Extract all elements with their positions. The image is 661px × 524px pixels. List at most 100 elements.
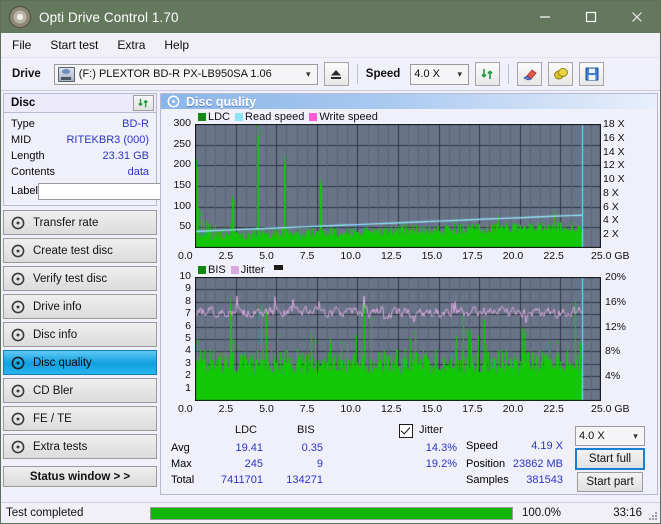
drive-toolbar: Drive (F:) PLEXTOR BD-R PX-LB950SA 1.06 … <box>1 58 660 91</box>
disc-icon <box>11 328 25 342</box>
coin-button[interactable] <box>548 62 574 86</box>
legend-ldc: LDC <box>198 111 230 123</box>
progress-bar <box>150 506 513 520</box>
result-speed-select[interactable]: 4.0 X ▾ <box>575 426 645 446</box>
x-tick-label: 22.5 <box>543 250 564 262</box>
menu-start-test[interactable]: Start test <box>50 38 98 52</box>
disc-row-mid: MID RITEKBR3 (000) <box>11 132 149 148</box>
stats-max-jitter: 19.2% <box>425 458 457 470</box>
stats-avg-ldc: 19.41 <box>235 442 263 454</box>
menu-extra[interactable]: Extra <box>117 38 145 52</box>
y2-tick-label: 12 X <box>603 159 625 172</box>
disc-icon <box>11 356 25 370</box>
sidebar-item-disc-quality[interactable]: Disc quality <box>3 350 157 375</box>
save-button[interactable] <box>579 62 605 86</box>
x-tick-label: 7.5 <box>299 250 315 262</box>
chevron-down-icon: ▾ <box>457 68 463 79</box>
jitter-checkbox[interactable] <box>399 424 413 438</box>
sidebar-item-label: Transfer rate <box>33 216 99 229</box>
eject-button[interactable] <box>323 62 349 86</box>
disc-refresh-button[interactable] <box>133 95 154 111</box>
y2-tick-label: 10 X <box>603 173 625 186</box>
stats-row-total-label: Total <box>171 474 195 486</box>
status-window-button[interactable]: Status window > > <box>3 466 157 487</box>
disc-icon <box>11 244 25 258</box>
stats-max-ldc: 245 <box>244 458 263 470</box>
sidebar-item-cd-bler[interactable]: CD Bler <box>3 378 157 403</box>
disc-row-type: Type BD-R <box>11 116 149 132</box>
chevron-down-icon: ▾ <box>633 430 638 441</box>
stats-row-avg-label: Avg <box>171 442 190 454</box>
y-tick-label: 300 <box>173 117 191 129</box>
y2-tick-label: 8 X <box>603 186 619 199</box>
x-tick-label: 25.0 GB <box>591 403 630 415</box>
y-tick-label: 8 <box>185 294 191 307</box>
y-tick-label: 6 <box>185 319 191 332</box>
sidebar-item-label: CD Bler <box>33 384 74 397</box>
x-tick-label: 12.5 <box>381 403 402 415</box>
close-icon[interactable] <box>614 1 660 33</box>
status-message: Test completed <box>6 507 84 519</box>
stats-header-ldc: LDC <box>235 424 258 436</box>
start-full-button[interactable]: Start full <box>575 448 645 470</box>
disc-icon <box>11 384 25 398</box>
menu-help[interactable]: Help <box>164 38 189 52</box>
y2-tick-label: 16% <box>605 295 627 308</box>
y2-tick-label: 18 X <box>603 118 625 130</box>
sidebar-item-drive-info[interactable]: Drive info <box>3 294 157 319</box>
minimize-icon[interactable] <box>522 1 568 33</box>
sidebar-item-fe-te[interactable]: FE / TE <box>3 406 157 431</box>
y2-tick-label: 2 X <box>603 228 619 241</box>
y-tick-label: 5 <box>185 332 191 344</box>
sidebar-item-extra-tests[interactable]: Extra tests <box>3 434 157 459</box>
disc-info-panel: Type BD-R MID RITEKBR3 (000) Length 23.3… <box>3 112 241 206</box>
charts-area: LDC Read speed Write speed 50 100 150 200 25… <box>161 109 657 494</box>
resize-grip-icon[interactable] <box>648 511 658 521</box>
disc-type-value: BD-R <box>122 118 149 130</box>
stats-panel: LDC BIS Jitter Avg 19.41 0.35 14.3% Max … <box>161 418 657 494</box>
sidebar-item-verify-test-disc[interactable]: Verify test disc <box>3 266 157 291</box>
stats-max-bis: 9 <box>316 458 323 470</box>
y-tick-label: 2 <box>185 369 191 382</box>
chart-bottom-legend: BIS Jitter <box>161 263 657 276</box>
speed-result-label: Speed <box>466 440 498 452</box>
stats-row-max-label: Max <box>171 458 192 470</box>
app-window: Opti Drive Control 1.70 File Start test … <box>0 0 661 524</box>
disc-label-label: Label <box>11 185 38 197</box>
legend-bis: BIS <box>198 264 226 276</box>
speed-select[interactable]: 4.0 X ▾ <box>410 63 470 85</box>
maximize-icon[interactable] <box>568 1 614 33</box>
sidebar-item-label: Disc quality <box>33 356 92 369</box>
stats-avg-bis: 0.35 <box>301 442 323 454</box>
disc-panel-header: Disc <box>3 93 157 112</box>
sidebar: Disc Type BD-R MID RITEKBR3 (000) Length… <box>1 91 241 495</box>
disc-contents-value: data <box>127 166 149 178</box>
progress-percent: 100.0% <box>522 507 562 519</box>
legend-write-speed: Write speed <box>309 111 378 123</box>
speed-select-value: 4.0 X <box>414 68 440 80</box>
x-tick-label: 17.5 <box>462 403 483 415</box>
status-bar: Test completed 100.0% 33:16 <box>1 502 660 523</box>
speed-result-value: 4.19 X <box>531 440 563 452</box>
menu-file[interactable]: File <box>12 38 31 52</box>
toolbar-divider-2 <box>508 64 510 84</box>
drive-icon <box>57 66 75 82</box>
drive-select[interactable]: (F:) PLEXTOR BD-R PX-LB950SA 1.06 ▾ <box>53 63 318 85</box>
refresh-button[interactable] <box>475 62 501 86</box>
stats-total-bis: 134271 <box>286 474 323 486</box>
sidebar-item-disc-info[interactable]: Disc info <box>3 322 157 347</box>
disc-length-value: 23.31 GB <box>102 150 149 162</box>
menu-bar: File Start test Extra Help <box>1 33 660 58</box>
disc-icon <box>11 300 25 314</box>
y2-tick-label: 14 X <box>603 145 625 158</box>
chart-top: 50 100 150 200 250 300 2 X4 X6 X8 X 10 X 12 X 14… <box>161 117 657 263</box>
x-tick-label: 17.5 <box>462 250 483 262</box>
sidebar-item-label: FE / TE <box>33 412 72 425</box>
sidebar-item-create-test-disc[interactable]: Create test disc <box>3 238 157 263</box>
chart-bottom: 1 2 3 4 5 6 7 8 9 10 4% 8% 12% 16% 20% 0.0 2.5 5.0 7.5 10… <box>161 270 657 418</box>
erase-button[interactable] <box>517 62 543 86</box>
title-bar: Opti Drive Control 1.70 <box>1 1 660 33</box>
start-part-button[interactable]: Start part <box>577 472 643 492</box>
position-label: Position <box>466 458 506 470</box>
sidebar-item-transfer-rate[interactable]: Transfer rate <box>3 210 157 235</box>
